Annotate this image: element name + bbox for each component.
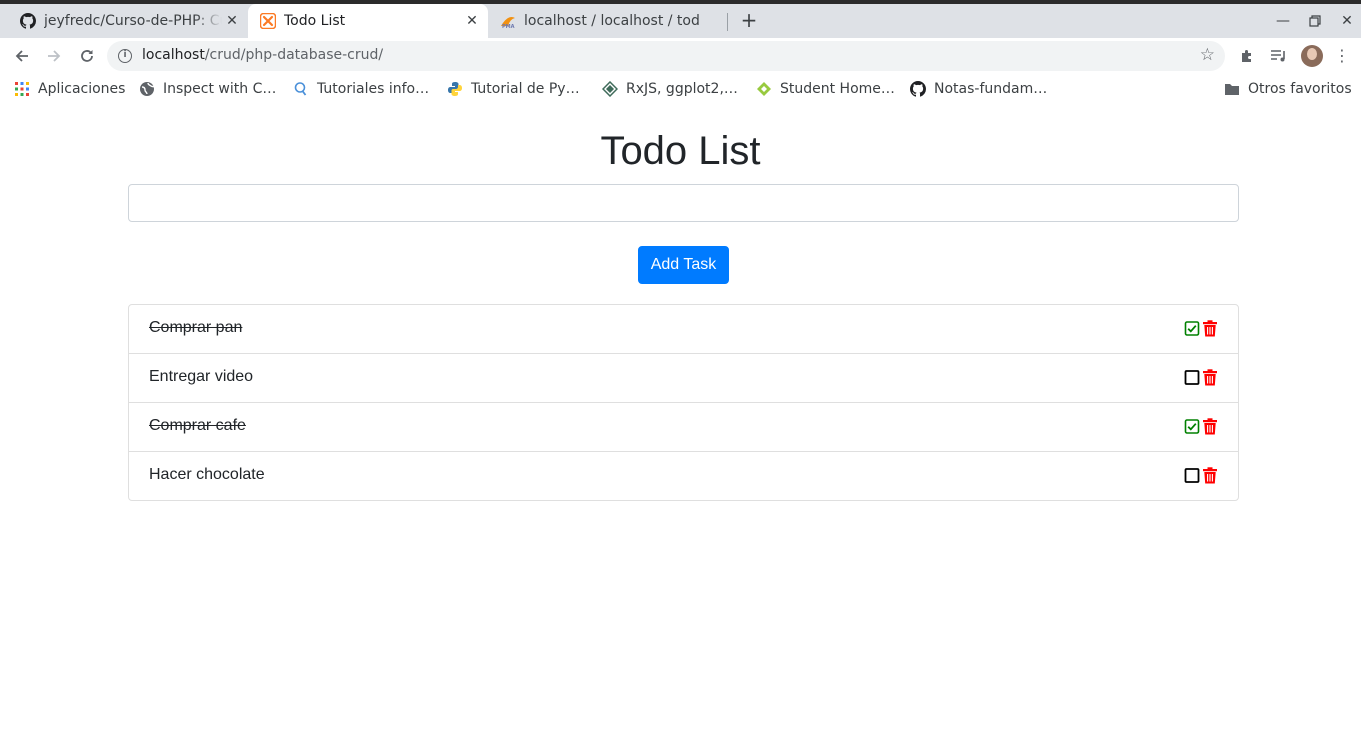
tab-separator [727,13,728,31]
restore-icon[interactable] [1305,11,1325,31]
checked-box-icon[interactable] [1184,320,1200,337]
window-close-icon[interactable]: ✕ [1337,11,1357,31]
bookmark-notas[interactable]: Notas-fundam… [910,79,1047,99]
task-text: Comprar pan [149,319,243,336]
bookmark-label: Aplicaciones [38,81,126,97]
browser-toolbar: i localhost/crud/php-database-crud/ ☆ [0,38,1361,74]
bookmark-label: Student Home… [780,81,895,97]
tab-phpmyadmin[interactable]: PMA localhost / localhost / tod [488,4,728,38]
back-icon[interactable] [11,45,33,67]
reload-icon[interactable] [76,45,98,67]
folder-icon [1224,81,1240,97]
bookmark-label: Tutoriales info… [317,81,430,97]
tab-title: jeyfredc/Curso-de-PHP: Cu [44,13,222,29]
bookmark-apps[interactable]: Aplicaciones [14,79,125,99]
bookmark-python[interactable]: Tutorial de Py… [447,79,580,99]
trash-icon[interactable] [1202,320,1218,337]
bookmark-inspect[interactable]: Inspect with C… [139,79,276,99]
trash-icon[interactable] [1202,467,1218,484]
extensions-icon[interactable] [1236,45,1258,67]
close-icon[interactable]: ✕ [222,11,242,31]
menu-icon[interactable]: ⋮ [1334,45,1350,67]
bookmark-label: Tutorial de Py… [471,81,580,97]
task-item: Hacer chocolate [129,451,1238,500]
tab-todo-list[interactable]: Todo List ✕ [248,4,488,38]
bookmark-label: Notas-fundam… [934,81,1048,97]
bookmark-label: RxJS, ggplot2,… [626,81,738,97]
checked-box-icon[interactable] [1184,418,1200,435]
bookmark-label: Inspect with C… [163,81,277,97]
trash-icon[interactable] [1202,418,1218,435]
diamond-icon [602,81,618,97]
profile-avatar[interactable] [1301,45,1323,67]
python-icon [447,81,463,97]
bookmark-other-favorites[interactable]: Otros favoritos [1224,79,1352,99]
task-list: Comprar pan Entregar video Comprar cafe Hac… [128,304,1239,501]
site-info-icon[interactable]: i [118,49,132,63]
github-icon [20,13,36,29]
bookmark-student-home[interactable]: Student Home… [756,79,895,99]
task-text: Comprar cafe [149,417,246,434]
trash-icon[interactable] [1202,369,1218,386]
unchecked-box-icon[interactable] [1184,369,1200,386]
task-item: Entregar video [129,353,1238,402]
task-item: Comprar pan [129,305,1238,353]
media-control-icon[interactable] [1268,45,1290,67]
xampp-icon [260,13,276,29]
globe-icon [139,81,155,97]
svg-text:PMA: PMA [502,24,515,29]
phpmyadmin-icon: PMA [500,13,516,29]
close-icon[interactable]: ✕ [462,11,482,31]
search-icon [293,81,309,97]
tab-title: localhost / localhost / tod [524,13,700,29]
page-title: Todo List [600,129,761,173]
bookmarks-bar: Aplicaciones Inspect with C… Tutoriales … [0,74,1361,104]
address-bar[interactable]: i localhost/crud/php-database-crud/ ☆ [107,41,1225,71]
tab-github[interactable]: jeyfredc/Curso-de-PHP: Cu ✕ [8,4,248,38]
forward-icon[interactable] [43,45,65,67]
task-actions [1184,369,1218,386]
new-tab-button[interactable]: + [737,9,761,33]
tab-title: Todo List [284,13,346,29]
task-actions [1184,320,1218,337]
bookmark-label: Otros favoritos [1248,81,1352,97]
bookmark-tutoriales[interactable]: Tutoriales info… [293,79,429,99]
bookmark-star-icon[interactable]: ☆ [1200,45,1215,65]
minimize-icon[interactable]: — [1273,11,1293,31]
leaf-icon [756,81,772,97]
task-item: Comprar cafe [129,402,1238,451]
task-actions [1184,418,1218,435]
apps-grid-icon [14,81,30,97]
task-actions [1184,467,1218,484]
task-text: Entregar video [149,368,254,385]
tab-strip: jeyfredc/Curso-de-PHP: Cu ✕ Todo List ✕ … [0,4,1361,38]
task-text: Hacer chocolate [149,466,265,483]
github-icon [910,81,926,97]
url-text: localhost/crud/php-database-crud/ [142,47,384,63]
add-task-button[interactable]: Add Task [638,246,729,284]
unchecked-box-icon[interactable] [1184,467,1200,484]
task-input[interactable] [128,184,1239,222]
bookmark-rxjs[interactable]: RxJS, ggplot2,… [602,79,738,99]
